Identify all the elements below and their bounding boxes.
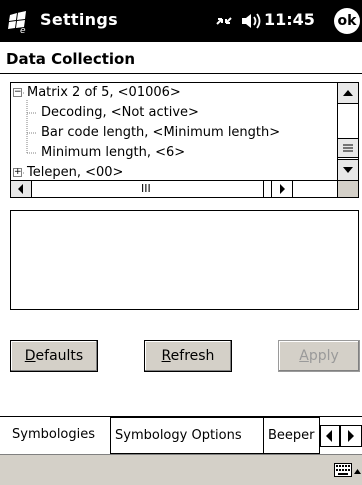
tab-label: Symbology Options	[115, 428, 242, 443]
defaults-mnemonic: D	[24, 348, 36, 364]
grip-icon	[343, 144, 353, 152]
connectivity-icon[interactable]	[214, 12, 234, 30]
collapse-toggle-icon[interactable]: −	[13, 88, 22, 97]
apply-button[interactable]: Apply	[278, 340, 360, 372]
tab-strip: Symbologies Symbology Options Beeper	[0, 416, 362, 454]
tree-item-decoding[interactable]: Decoding, <Not active>	[41, 103, 199, 123]
apply-mnemonic: A	[299, 348, 309, 364]
windows-start-icon[interactable]: e	[6, 9, 30, 33]
apply-label: pply	[308, 348, 339, 364]
tab-label: Beeper	[268, 428, 315, 443]
clock[interactable]: 11:45	[264, 10, 315, 29]
page-title: Data Collection	[6, 50, 136, 68]
title-bar: e Settings 11:45 ok	[0, 0, 362, 42]
scroll-thumb[interactable]	[337, 138, 358, 158]
tab-label: Symbologies	[12, 427, 96, 442]
tree-item-minimum-length[interactable]: Minimum length, <6>	[41, 143, 185, 163]
refresh-button[interactable]: Refresh	[144, 340, 232, 372]
refresh-mnemonic: R	[161, 348, 171, 364]
scroll-right-button[interactable]	[271, 180, 293, 197]
scroll-down-button[interactable]	[337, 159, 358, 181]
symbology-tree[interactable]: − Matrix 2 of 5, <01006> Decoding, <Not …	[10, 82, 359, 198]
command-bar	[0, 454, 362, 485]
refresh-label: efresh	[170, 348, 215, 364]
volume-icon[interactable]	[240, 11, 262, 31]
scrollbar-corner	[337, 180, 358, 197]
scroll-thumb-grip[interactable]: III	[141, 181, 151, 197]
tree-item-bar-code-length[interactable]: Bar code length, <Minimum length>	[41, 123, 280, 143]
right-arrow-icon	[348, 430, 354, 442]
tab-scroll-left-button[interactable]	[320, 425, 340, 447]
header-divider	[0, 73, 362, 74]
up-arrow-icon	[343, 90, 353, 96]
description-textbox[interactable]	[10, 210, 359, 310]
defaults-label: efaults	[35, 348, 84, 364]
scrollbar-track-divider	[263, 181, 264, 197]
tab-symbologies[interactable]: Symbologies	[8, 417, 111, 454]
tree-item-label: Decoding, <Not active>	[41, 105, 199, 120]
keyboard-icon[interactable]	[334, 463, 352, 477]
left-arrow-icon	[326, 430, 332, 442]
tree-item-label: Telepen, <00>	[27, 165, 124, 180]
down-arrow-icon	[343, 167, 353, 173]
tab-symbology-options[interactable]: Symbology Options	[111, 417, 264, 454]
right-arrow-icon	[280, 184, 285, 194]
scroll-up-button[interactable]	[337, 83, 358, 104]
expand-toggle-icon[interactable]: +	[13, 168, 22, 177]
tab-beeper[interactable]: Beeper	[264, 417, 320, 454]
tree-item-matrix-2-of-5[interactable]: Matrix 2 of 5, <01006>	[27, 83, 181, 103]
horizontal-scrollbar[interactable]: III	[11, 180, 337, 197]
tab-scroll-arrows	[320, 425, 362, 447]
left-arrow-icon	[18, 184, 23, 194]
tree-item-label: Minimum length, <6>	[41, 145, 186, 160]
scroll-left-button[interactable]	[11, 180, 32, 197]
app-title: Settings	[40, 10, 118, 29]
svg-text:e: e	[20, 26, 26, 33]
ok-button[interactable]: ok	[334, 8, 360, 34]
input-panel-arrow-icon[interactable]	[353, 467, 362, 475]
tree-item-label: Bar code length, <Minimum length>	[41, 125, 281, 140]
tab-scroll-right-button[interactable]	[340, 425, 362, 447]
tree-item-label: Matrix 2 of 5, <01006>	[27, 85, 181, 100]
defaults-button[interactable]: Defaults	[10, 340, 98, 372]
vertical-scrollbar[interactable]	[337, 83, 358, 181]
